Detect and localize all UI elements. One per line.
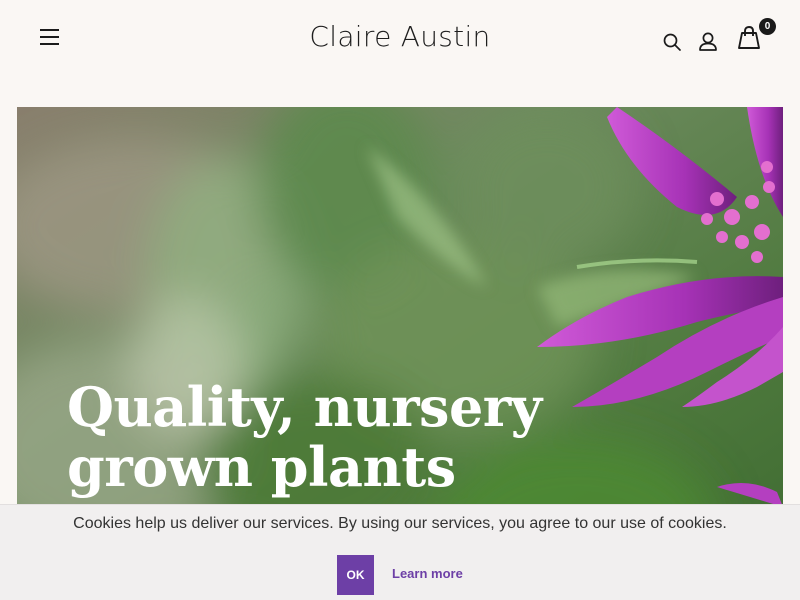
- hero-heading: Quality, nursery grown plants: [67, 377, 627, 497]
- cart-count-badge: 0: [759, 18, 776, 35]
- learn-more-link[interactable]: Learn more: [392, 566, 463, 581]
- cookie-banner: Cookies help us deliver our services. By…: [0, 504, 800, 600]
- cookie-message: Cookies help us deliver our services. By…: [73, 515, 727, 532]
- hero-heading-line-1: Quality, nursery: [67, 375, 542, 439]
- cookie-ok-button[interactable]: OK: [337, 555, 374, 595]
- brand-logo[interactable]: Claire Austin: [300, 20, 500, 53]
- search-icon[interactable]: [662, 32, 682, 52]
- menu-icon[interactable]: [38, 27, 62, 49]
- hero-heading-line-2: grown plants: [67, 435, 456, 499]
- user-icon[interactable]: [698, 31, 718, 53]
- site-header: Claire Austin 0: [0, 0, 800, 78]
